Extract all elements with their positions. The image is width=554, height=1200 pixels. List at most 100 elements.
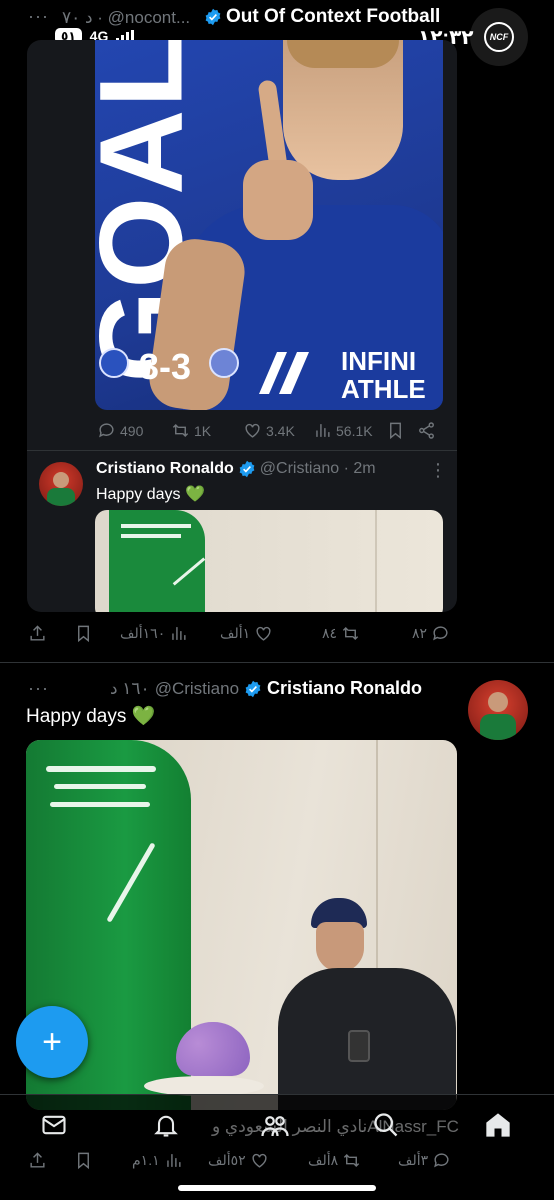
side-table xyxy=(144,1076,264,1096)
reply-metric[interactable]: ٨٢ xyxy=(412,624,450,643)
like-count: ٥٢ألف xyxy=(208,1152,246,1168)
views-count: ١.١م xyxy=(132,1152,160,1168)
heart-icon xyxy=(252,1153,267,1168)
main-tweet-time: ١٦٠ د xyxy=(110,678,150,698)
notifications-icon xyxy=(154,1115,178,1137)
views-count: ١٦٠ألف xyxy=(120,625,166,641)
nav-home[interactable] xyxy=(484,1111,512,1144)
compose-fab[interactable]: + xyxy=(16,1006,88,1078)
main-tweet-avatar[interactable] xyxy=(468,680,528,740)
top-tweet-handle-time: د ٧٠ · @nocont... xyxy=(62,8,191,27)
like-count: 3.4K xyxy=(266,422,295,439)
bookmark-button[interactable] xyxy=(386,421,405,440)
top-tweet-author-name: Out Of Context Football xyxy=(226,6,441,27)
opponent-badge-icon xyxy=(209,348,239,378)
divider xyxy=(27,450,457,451)
like-metric[interactable]: 3.4K xyxy=(243,421,295,440)
chelsea-badge-icon xyxy=(99,348,129,378)
top-tweet-author[interactable]: Out Of Context Football xyxy=(204,6,440,28)
retweet-count: ٨٤ xyxy=(322,625,338,641)
main-tweet-handle[interactable]: @Cristiano xyxy=(155,679,239,699)
reply-icon xyxy=(433,626,448,641)
tweet-separator xyxy=(0,662,554,663)
nav-messages[interactable] xyxy=(40,1111,68,1144)
bookmark-button[interactable] xyxy=(74,1151,93,1170)
player-hair xyxy=(287,40,399,68)
views-metric[interactable]: ١.١م xyxy=(132,1151,183,1170)
share-icon xyxy=(30,625,45,641)
verified-badge-icon xyxy=(204,8,222,26)
reply-icon xyxy=(434,1153,449,1168)
flower-vase xyxy=(176,1022,250,1076)
main-tweet-header: ١٦٠ د @Cristiano Cristiano Ronaldo xyxy=(110,678,422,699)
retweet-count: ٨ألف xyxy=(308,1152,339,1168)
retweet-icon xyxy=(172,423,189,438)
quoted-author-name[interactable]: Cristiano Ronaldo xyxy=(96,460,234,478)
share-icon xyxy=(419,422,434,439)
heart-icon xyxy=(256,626,271,641)
retweet-count: 1K xyxy=(194,422,212,439)
flag-graphic xyxy=(109,510,206,612)
verified-badge-icon xyxy=(238,460,256,478)
like-count: ١ألف xyxy=(220,625,251,641)
share-button[interactable] xyxy=(28,624,47,643)
quoted-more-icon[interactable]: ⋮ xyxy=(429,460,447,481)
sponsor-logo-icon xyxy=(255,346,315,396)
messages-icon xyxy=(42,1115,66,1135)
like-metric[interactable]: ٥٢ألف xyxy=(208,1151,269,1170)
main-tweet-text: Happy days 💚 xyxy=(26,706,156,727)
views-icon xyxy=(166,1154,181,1167)
top-tweet-avatar[interactable]: NCF xyxy=(470,8,528,66)
like-metric[interactable]: ١ألف xyxy=(220,624,273,643)
views-metric[interactable]: 56.1K xyxy=(313,421,373,440)
reply-count: ٨٢ xyxy=(412,625,428,641)
main-tweet-caption: نادي النصر السعودي وAlNassr_FC xyxy=(212,1117,459,1136)
sponsor-text-1: INFINI xyxy=(341,346,417,376)
person-phone xyxy=(348,1030,370,1062)
plus-icon: + xyxy=(42,1023,62,1061)
bookmark-icon xyxy=(78,625,89,643)
quoted-text: Happy days 💚 xyxy=(96,486,205,503)
sponsor-text-2: ATHLE xyxy=(341,374,426,404)
nav-notifications[interactable] xyxy=(152,1111,180,1144)
goal-score: 3-3 xyxy=(139,346,192,387)
views-icon xyxy=(316,424,330,437)
views-metric[interactable]: ١٦٠ألف xyxy=(120,624,188,643)
verified-badge-icon xyxy=(244,680,262,698)
reply-metric[interactable]: ٣ألف xyxy=(398,1151,451,1170)
main-tweet-author-name[interactable]: Cristiano Ronaldo xyxy=(267,678,422,699)
main-tweet-image[interactable] xyxy=(26,740,457,1110)
retweet-metric[interactable]: ٨ألف xyxy=(308,1151,361,1170)
heart-icon xyxy=(245,423,260,438)
retweet-icon xyxy=(344,1153,360,1168)
person-face xyxy=(316,922,364,972)
retweet-icon xyxy=(342,626,359,641)
home-icon xyxy=(486,1113,510,1137)
quoted-handle-time: @Cristiano · 2m xyxy=(259,460,376,477)
bookmark-button[interactable] xyxy=(74,624,93,643)
views-count: 56.1K xyxy=(336,422,373,439)
player-hand xyxy=(243,160,313,240)
more-options-icon[interactable]: ··· xyxy=(28,678,49,699)
share-button[interactable] xyxy=(28,1151,47,1170)
bookmark-icon xyxy=(78,1152,89,1170)
quoted-image[interactable] xyxy=(95,510,443,612)
top-tweet-card[interactable]: GOAL 3-3 INFINI ATHLE 490 1K 3.4K 56.1K xyxy=(27,40,457,612)
reply-count: 490 xyxy=(120,422,144,439)
quoted-avatar[interactable] xyxy=(39,462,83,506)
reply-count: ٣ألف xyxy=(398,1152,429,1168)
share-button[interactable] xyxy=(417,421,436,440)
quoted-author-row: Cristiano Ronaldo @Cristiano · 2m xyxy=(96,460,376,478)
share-icon xyxy=(30,1152,45,1168)
bottom-nav: نادي النصر السعودي وAlNassr_FC ١.١م ٥٢أل… xyxy=(0,1094,554,1200)
ncf-logo: NCF xyxy=(484,22,514,52)
bookmark-icon xyxy=(390,422,401,440)
more-options-icon[interactable]: ··· xyxy=(28,6,49,27)
goal-graphic[interactable]: GOAL 3-3 INFINI ATHLE xyxy=(95,40,443,410)
retweet-metric[interactable]: ٨٤ xyxy=(322,624,360,643)
reply-metric[interactable]: 490 xyxy=(97,421,143,440)
home-indicator xyxy=(178,1185,376,1191)
retweet-metric[interactable]: 1K xyxy=(171,421,211,440)
reply-icon xyxy=(99,423,114,438)
views-icon xyxy=(172,627,186,640)
